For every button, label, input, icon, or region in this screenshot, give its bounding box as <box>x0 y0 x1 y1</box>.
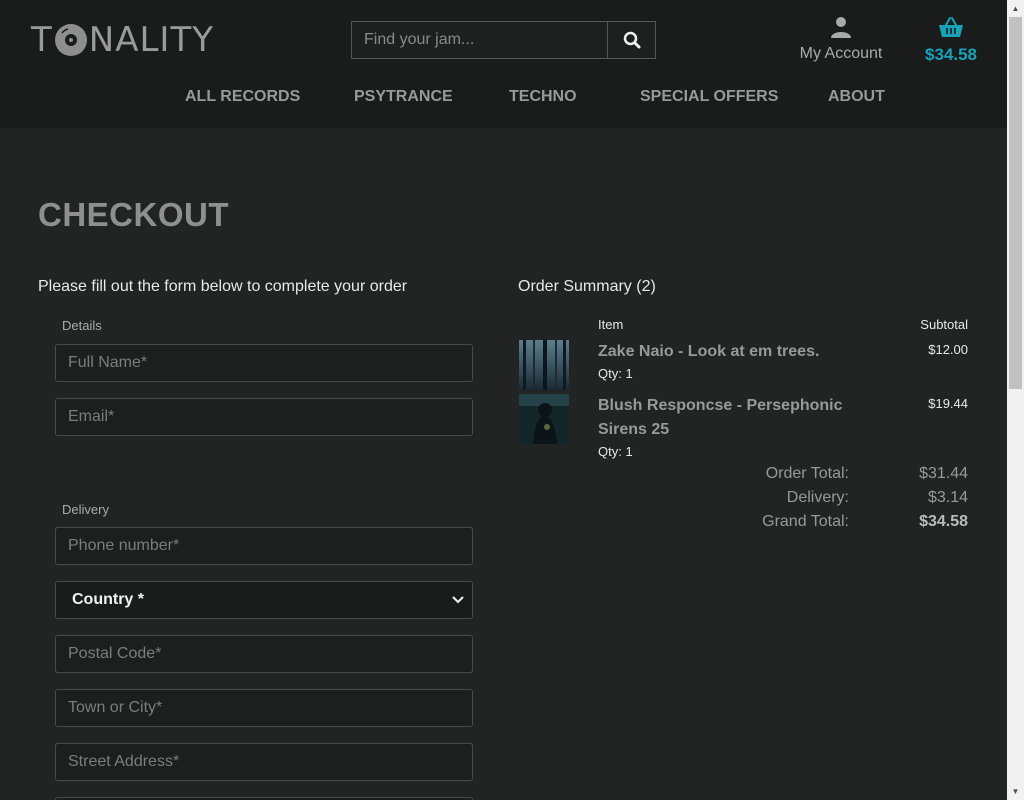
page-scrollbar[interactable]: ▲ ▼ <box>1007 0 1024 800</box>
page: T NALITY My Account <box>0 0 1007 800</box>
scroll-down-icon[interactable]: ▼ <box>1007 783 1024 800</box>
logo-text-right: NALITY <box>88 20 214 60</box>
col-subtotal-header: Subtotal <box>920 317 968 332</box>
site-header: T NALITY My Account <box>0 0 1007 128</box>
nav-psytrance[interactable]: PSYTRANCE <box>354 88 453 106</box>
delivery-legend: Delivery <box>62 502 109 517</box>
search-button[interactable] <box>607 21 656 59</box>
nav-special-offers[interactable]: SPECIAL OFFERS <box>640 88 778 106</box>
item-qty: Qty: 1 <box>598 366 633 381</box>
nav-all-records[interactable]: ALL RECORDS <box>185 88 300 106</box>
item-thumbnail[interactable] <box>519 340 569 390</box>
basket-icon <box>939 17 963 37</box>
town-city-input[interactable] <box>55 689 473 727</box>
nav-techno[interactable]: TECHNO <box>509 88 577 106</box>
item-name-link-line2[interactable]: Sirens 25 <box>598 418 669 442</box>
delivery-value: $3.14 <box>927 489 968 506</box>
postal-code-input[interactable] <box>55 635 473 673</box>
vinyl-disc-icon <box>54 24 87 56</box>
order-total-label: Order Total: <box>765 465 849 482</box>
col-item-header: Item <box>598 317 624 332</box>
item-name-link[interactable]: Zake Naio - Look at em trees. <box>598 340 819 364</box>
delivery-label: Delivery: <box>786 489 849 506</box>
page-title: CHECKOUT <box>38 196 229 233</box>
item-thumbnail[interactable] <box>519 394 569 444</box>
basket-link[interactable]: $34.58 <box>922 16 980 65</box>
item-subtotal: $19.44 <box>928 396 968 411</box>
country-select[interactable]: Country * <box>55 581 473 619</box>
order-total-value: $31.44 <box>919 465 968 482</box>
checkout-intro: Please fill out the form below to comple… <box>38 278 408 295</box>
search-icon <box>623 31 640 49</box>
email-input[interactable] <box>55 398 473 436</box>
street-address-input[interactable] <box>55 743 473 781</box>
details-legend: Details <box>62 318 102 333</box>
my-account-label: My Account <box>799 45 883 62</box>
full-name-input[interactable] <box>55 344 473 382</box>
grand-total-value: $34.58 <box>919 513 968 530</box>
phone-input[interactable] <box>55 527 473 565</box>
nav-about[interactable]: ABOUT <box>828 88 885 106</box>
scrollbar-thumb[interactable] <box>1009 17 1022 389</box>
basket-total: $34.58 <box>925 45 977 64</box>
search-input[interactable] <box>351 21 607 59</box>
item-qty: Qty: 1 <box>598 444 633 459</box>
country-select-value: Country * <box>72 591 144 608</box>
my-account-link[interactable]: My Account <box>797 16 885 63</box>
main-nav: ALL RECORDS PSYTRANCE TECHNO SPECIAL OFF… <box>0 88 1007 112</box>
search-form <box>351 21 656 59</box>
chevron-down-icon <box>452 596 464 604</box>
grand-total-label: Grand Total: <box>762 513 849 530</box>
item-name-link[interactable]: Blush Responcse - Persephonic <box>598 394 843 418</box>
user-icon <box>831 17 851 38</box>
site-logo[interactable]: T NALITY <box>31 20 214 60</box>
order-summary-title: Order Summary (2) <box>518 278 656 295</box>
logo-text-left: T <box>31 20 53 60</box>
item-subtotal: $12.00 <box>928 342 968 357</box>
scroll-up-icon[interactable]: ▲ <box>1007 0 1024 17</box>
